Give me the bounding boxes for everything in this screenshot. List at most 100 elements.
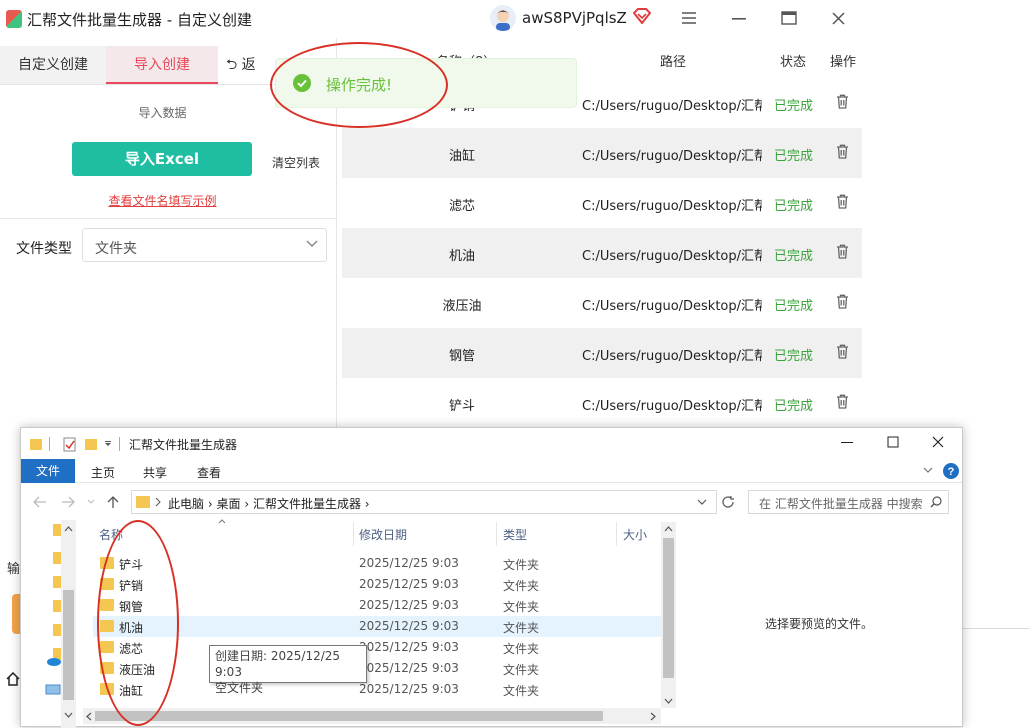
breadcrumb-item[interactable]: 桌面 (216, 497, 240, 511)
trash-icon[interactable] (836, 94, 849, 109)
scroll-up-icon[interactable] (664, 526, 673, 532)
tab-import-create[interactable]: 导入创建 (106, 46, 218, 84)
file-type: 文件夹 (503, 642, 540, 656)
file-type-select[interactable]: 文件夹 (82, 228, 327, 262)
scroll-up-icon[interactable] (64, 526, 73, 532)
row-path: C:/Users/ruguo/Desktop/汇帮文 (582, 149, 762, 164)
ribbon-tab-file[interactable]: 文件 (21, 459, 75, 483)
row-path: C:/Users/ruguo/Desktop/汇帮文 (582, 349, 762, 364)
search-icon (930, 496, 942, 508)
trash-icon[interactable] (836, 194, 849, 209)
trash-icon[interactable] (836, 344, 849, 359)
close-icon[interactable] (932, 436, 944, 448)
file-row[interactable]: 油缸 2025/12/25 9:03 文件夹 (93, 679, 661, 700)
address-bar[interactable]: 此电脑 › 桌面 › 汇帮文件批量生成器 › (131, 490, 717, 514)
row-name: 油缸 (448, 149, 475, 164)
row-status: 已完成 (774, 199, 814, 214)
menu-icon[interactable] (681, 11, 697, 25)
row-path: C:/Users/ruguo/Desktop/汇帮文 (582, 249, 762, 264)
import-excel-button[interactable]: 导入Excel (72, 142, 252, 176)
up-arrow-icon[interactable] (107, 495, 119, 509)
search-input[interactable]: 在 汇帮文件批量生成器 中搜索 (748, 490, 949, 514)
orange-side-button[interactable] (12, 594, 20, 634)
refresh-icon[interactable] (721, 495, 735, 509)
close-icon[interactable] (832, 12, 845, 25)
col-type[interactable]: 类型 (503, 526, 527, 543)
recent-dropdown-icon[interactable] (87, 499, 95, 504)
trash-icon[interactable] (836, 244, 849, 259)
filename-example-link[interactable]: 查看文件名填写示例 (0, 192, 325, 209)
help-icon[interactable]: ? (943, 463, 959, 479)
table-row: 机油 C:/Users/ruguo/Desktop/汇帮文 已完成 (342, 228, 862, 278)
tab-custom-create[interactable]: 自定义创建 (0, 46, 106, 84)
preview-pane-message: 选择要预览的文件。 (765, 617, 874, 631)
file-date: 2025/12/25 9:03 (359, 640, 459, 654)
row-name: 滤芯 (448, 199, 475, 214)
row-name: 机油 (448, 249, 475, 264)
quick-access-toolbar-icon[interactable] (29, 436, 129, 452)
file-type: 文件夹 (503, 600, 540, 614)
vip-diamond-icon[interactable] (633, 8, 651, 24)
col-op-header: 操作 (830, 55, 857, 70)
file-type: 文件夹 (503, 621, 540, 635)
avatar[interactable] (490, 5, 516, 31)
trash-icon[interactable] (836, 294, 849, 309)
this-pc-icon[interactable] (45, 684, 61, 696)
trash-icon[interactable] (836, 144, 849, 159)
breadcrumb-separator-icon: › (244, 497, 253, 511)
file-date: 2025/12/25 9:03 (359, 619, 459, 633)
col-path-header: 路径 (660, 55, 687, 70)
breadcrumb-item[interactable]: 此电脑 (168, 497, 204, 511)
chevron-down-icon[interactable] (697, 499, 707, 505)
username[interactable]: awS8PVjPqlsZ (522, 9, 627, 27)
scroll-down-icon[interactable] (64, 712, 73, 718)
tooltip-created-date: 创建日期: 2025/12/25 9:03 (215, 649, 341, 679)
home-icon[interactable] (6, 672, 20, 686)
forward-arrow-icon[interactable] (61, 496, 75, 508)
column-separator[interactable] (496, 522, 497, 546)
ribbon-tab-home[interactable]: 主页 (91, 464, 115, 481)
scroll-left-icon[interactable] (86, 712, 92, 721)
file-type-value: 文件夹 (95, 241, 137, 257)
explorer-title-bar: 汇帮文件批量生成器 (21, 428, 962, 458)
col-size[interactable]: 大小 (623, 526, 647, 543)
scrollbar-thumb[interactable] (63, 590, 74, 700)
chevron-down-icon[interactable] (923, 467, 933, 473)
breadcrumb-separator-icon: › (364, 497, 370, 511)
minimize-icon[interactable] (732, 18, 746, 20)
trash-icon[interactable] (836, 394, 849, 409)
clear-list-button[interactable]: 清空列表 (272, 154, 320, 171)
back-icon: ⮌ (226, 57, 242, 73)
onedrive-icon[interactable] (45, 656, 61, 666)
ribbon-tab-share[interactable]: 共享 (143, 464, 167, 481)
column-separator[interactable] (616, 522, 617, 546)
scroll-down-icon[interactable] (664, 698, 673, 704)
scrollbar-thumb[interactable] (95, 711, 603, 721)
maximize-icon[interactable] (887, 436, 899, 448)
column-separator[interactable] (353, 522, 354, 546)
file-type: 文件夹 (503, 684, 540, 698)
back-arrow-icon[interactable] (33, 496, 47, 508)
col-date[interactable]: 修改日期 (359, 526, 407, 543)
scrollbar-thumb[interactable] (663, 538, 674, 678)
output-label: 输 (7, 562, 21, 577)
row-status: 已完成 (774, 149, 814, 164)
nav-pane-scrollbar[interactable] (61, 520, 76, 728)
scroll-right-icon[interactable] (650, 712, 656, 721)
svg-text:?: ? (948, 466, 955, 478)
minimize-icon[interactable] (841, 442, 853, 444)
row-path: C:/Users/ruguo/Desktop/汇帮文 (582, 399, 762, 414)
table-row: 钢管 C:/Users/ruguo/Desktop/汇帮文 已完成 (342, 328, 862, 378)
app-logo-icon (6, 10, 22, 28)
table-row: 滤芯 C:/Users/ruguo/Desktop/汇帮文 已完成 (342, 178, 862, 228)
explorer-window: 汇帮文件批量生成器 文件 主页 共享 查看 ? 此电脑 › 桌面 › 汇帮文件批… (20, 427, 963, 728)
table-row: 铲斗 C:/Users/ruguo/Desktop/汇帮文 已完成 (342, 378, 862, 428)
file-row[interactable]: 铲销 2025/12/25 9:03 文件夹 (93, 574, 661, 595)
file-row[interactable]: 液压油 2025/12/25 9:03 文件夹 (93, 658, 661, 679)
ribbon-tab-view[interactable]: 查看 (197, 464, 221, 481)
maximize-icon[interactable] (781, 11, 797, 25)
breadcrumb-item[interactable]: 汇帮文件批量生成器 (253, 497, 361, 511)
table-row: 液压油 C:/Users/ruguo/Desktop/汇帮文 已完成 (342, 278, 862, 328)
divider (0, 218, 337, 219)
file-row[interactable]: 铲斗 2025/12/25 9:03 文件夹 (93, 553, 661, 574)
